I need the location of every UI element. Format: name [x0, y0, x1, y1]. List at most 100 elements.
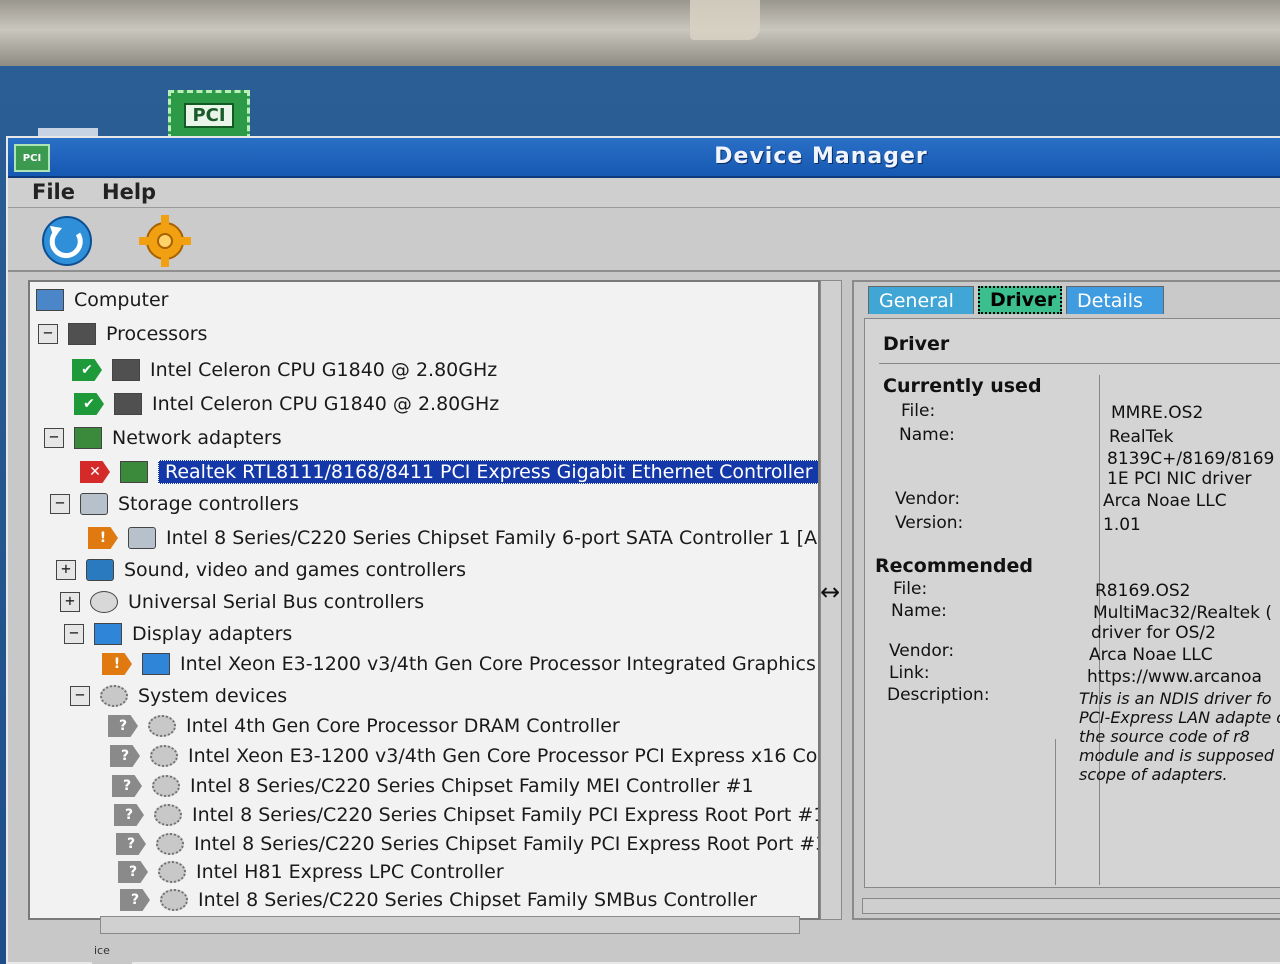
tree-item-sys2[interactable]: ? Intel Xeon E3-1200 v3/4th Gen Core Pro… — [110, 742, 820, 770]
currently-used-heading: Currently used — [883, 375, 1042, 397]
tree-usb[interactable]: + Universal Serial Bus controllers — [60, 588, 424, 616]
system-device-icon — [158, 861, 186, 883]
properties-horizontal-scrollbar[interactable] — [862, 898, 1280, 914]
taskbar-fragment[interactable]: ice — [92, 940, 132, 964]
status-unknown-icon: ? — [114, 804, 144, 826]
rec-file-label: File: — [893, 579, 928, 599]
tree-system[interactable]: − System devices — [70, 682, 287, 710]
system-device-icon — [152, 775, 180, 797]
processor-icon — [68, 323, 96, 345]
device-label-selected: Realtek RTL8111/8168/8411 PCI Express Gi… — [158, 460, 818, 484]
current-name-value-1: RealTek — [1109, 427, 1174, 447]
storage-icon — [128, 527, 156, 549]
tape — [690, 0, 760, 40]
category-label: Storage controllers — [118, 493, 299, 515]
tree-storage[interactable]: − Storage controllers — [50, 490, 299, 518]
network-card-icon — [74, 427, 102, 449]
title-bar[interactable]: PCI Device Manager — [8, 138, 1280, 178]
tree-item-sata[interactable]: ! Intel 8 Series/C220 Series Chipset Fam… — [88, 524, 817, 552]
collapse-button[interactable]: − — [50, 494, 70, 514]
status-unknown-icon: ? — [110, 745, 140, 767]
status-error-icon: ✕ — [80, 461, 110, 483]
rec-vendor-value: Arca Noae LLC — [1089, 645, 1213, 665]
status-warning-icon: ! — [88, 527, 118, 549]
expand-button[interactable]: + — [56, 560, 76, 580]
tree-processors[interactable]: − Processors — [38, 320, 207, 348]
current-name-value-3: 1E PCI NIC driver — [1107, 469, 1252, 489]
category-label: Network adapters — [112, 427, 282, 449]
rec-link-label: Link: — [889, 663, 930, 683]
tree-item-cpu1[interactable]: ✔ Intel Celeron CPU G1840 @ 2.80GHz — [72, 356, 497, 384]
network-card-icon — [120, 461, 148, 483]
category-label: Universal Serial Bus controllers — [128, 591, 425, 613]
driver-tab-content: Driver Currently used File: Name: Vendor… — [864, 318, 1280, 888]
menu-bar: File Help — [8, 178, 1280, 208]
tree-horizontal-scrollbar[interactable] — [100, 916, 800, 934]
menu-help[interactable]: Help — [102, 180, 156, 204]
collapse-button[interactable]: − — [38, 324, 58, 344]
tree-item-sys7[interactable]: ? Intel 8 Series/C220 Series Chipset Fam… — [120, 886, 757, 914]
settings-button[interactable] — [130, 212, 200, 270]
tree-root-label: Computer — [74, 289, 169, 311]
current-version-value: 1.01 — [1103, 515, 1141, 535]
computer-icon — [36, 289, 64, 311]
device-label: Intel 8 Series/C220 Series Chipset Famil… — [198, 889, 757, 911]
window-title: Device Manager — [714, 144, 928, 169]
menu-file[interactable]: File — [32, 180, 75, 204]
current-file-value: MMRE.OS2 — [1111, 403, 1204, 423]
status-ok-icon: ✔ — [72, 359, 102, 381]
gear-icon — [139, 215, 191, 267]
monitor-icon — [142, 653, 170, 675]
tab-details[interactable]: Details — [1066, 286, 1164, 314]
tree-item-sys6[interactable]: ? Intel H81 Express LPC Controller — [118, 858, 504, 886]
expand-button[interactable]: + — [60, 592, 80, 612]
device-tree[interactable]: Computer − Processors ✔ Intel Celeron CP… — [28, 280, 820, 920]
tab-general[interactable]: General — [868, 286, 974, 314]
tree-item-cpu2[interactable]: ✔ Intel Celeron CPU G1840 @ 2.80GHz — [74, 390, 499, 418]
usb-icon — [90, 591, 118, 613]
tree-root[interactable]: Computer — [36, 286, 168, 314]
system-device-icon — [156, 833, 184, 855]
rec-description-label: Description: — [887, 685, 990, 705]
system-device-icon — [148, 715, 176, 737]
category-label: System devices — [138, 685, 288, 707]
status-unknown-icon: ? — [112, 775, 142, 797]
device-label: Intel Xeon E3-1200 v3/4th Gen Core Proce… — [188, 745, 820, 767]
monitor-bezel — [0, 0, 1280, 66]
status-warning-icon: ! — [102, 653, 132, 675]
device-manager-window: PCI Device Manager File Help Computer − … — [6, 136, 1280, 964]
tree-item-sys5[interactable]: ? Intel 8 Series/C220 Series Chipset Fam… — [116, 830, 820, 858]
tree-item-sys3[interactable]: ? Intel 8 Series/C220 Series Chipset Fam… — [112, 772, 754, 800]
rec-description-value: This is an NDIS driver fo PCI-Express LA… — [1079, 689, 1280, 784]
rec-link-value[interactable]: https://www.arcanoa — [1087, 667, 1262, 687]
current-name-value-2: 8139C+/8169/8169 — [1107, 449, 1275, 469]
collapse-button[interactable]: − — [70, 686, 90, 706]
refresh-button[interactable] — [32, 212, 102, 270]
collapse-button[interactable]: − — [64, 624, 84, 644]
pane-splitter[interactable] — [842, 280, 852, 920]
recommended-heading: Recommended — [875, 555, 1033, 577]
status-unknown-icon: ? — [118, 861, 148, 883]
tree-display[interactable]: − Display adapters — [64, 620, 292, 648]
tree-item-sys4[interactable]: ? Intel 8 Series/C220 Series Chipset Fam… — [114, 801, 818, 829]
current-file-label: File: — [901, 401, 936, 421]
tree-item-sys1[interactable]: ? Intel 4th Gen Core Processor DRAM Cont… — [108, 712, 620, 740]
current-name-label: Name: — [899, 425, 955, 445]
tab-driver[interactable]: Driver — [978, 286, 1062, 314]
status-unknown-icon: ? — [120, 889, 150, 911]
device-label: Intel Xeon E3-1200 v3/4th Gen Core Proce… — [180, 653, 820, 675]
rec-file-value: R8169.OS2 — [1095, 581, 1191, 601]
system-device-icon — [160, 889, 188, 911]
resize-arrow-icon: ↔ — [820, 578, 841, 606]
status-unknown-icon: ? — [108, 715, 138, 737]
tree-network[interactable]: − Network adapters — [44, 424, 282, 452]
tree-item-gpu[interactable]: ! Intel Xeon E3-1200 v3/4th Gen Core Pro… — [102, 650, 820, 678]
collapse-button[interactable]: − — [44, 428, 64, 448]
tree-item-nic[interactable]: ✕ Realtek RTL8111/8168/8411 PCI Express … — [80, 458, 818, 486]
status-ok-icon: ✔ — [74, 393, 104, 415]
tree-sound[interactable]: + Sound, video and games controllers — [56, 556, 466, 584]
current-version-label: Version: — [895, 513, 964, 533]
device-label: Intel 8 Series/C220 Series Chipset Famil… — [194, 833, 820, 855]
status-unknown-icon: ? — [116, 833, 146, 855]
pci-desktop-icon[interactable]: PCI — [168, 90, 250, 140]
